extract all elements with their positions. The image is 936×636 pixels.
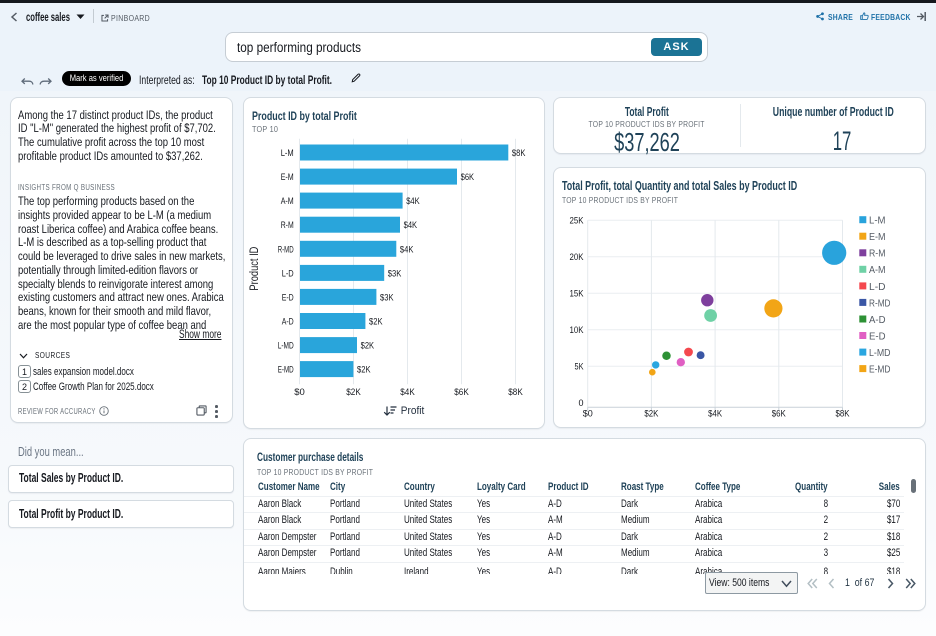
svg-text:A-M: A-M — [869, 265, 886, 276]
svg-text:$6K: $6K — [772, 409, 786, 419]
svg-text:R-MD: R-MD — [869, 298, 891, 309]
svg-text:$8K: $8K — [508, 387, 523, 398]
svg-text:R-M: R-M — [869, 249, 886, 260]
svg-text:A-M: A-M — [281, 196, 294, 207]
svg-text:$4K: $4K — [404, 220, 418, 231]
svg-text:20K: 20K — [570, 252, 584, 262]
svg-text:L-D: L-D — [282, 268, 294, 279]
svg-text:10K: 10K — [570, 325, 584, 335]
svg-text:$0: $0 — [583, 409, 593, 419]
svg-text:Profit: Profit — [401, 405, 425, 417]
svg-text:L-MD: L-MD — [278, 341, 294, 352]
svg-text:$2K: $2K — [644, 409, 658, 419]
svg-text:25K: 25K — [570, 216, 584, 226]
svg-text:L-MD: L-MD — [869, 348, 891, 359]
svg-text:5K: 5K — [575, 361, 584, 371]
svg-text:Product ID: Product ID — [249, 247, 261, 291]
svg-text:$8K: $8K — [836, 409, 850, 419]
svg-text:E-MD: E-MD — [869, 365, 891, 376]
svg-text:$2K: $2K — [361, 341, 375, 352]
svg-text:$2K: $2K — [346, 387, 361, 398]
svg-text:$2K: $2K — [357, 365, 371, 376]
svg-text:$6K: $6K — [454, 387, 469, 398]
svg-text:R-M: R-M — [281, 220, 294, 231]
svg-text:A-D: A-D — [869, 315, 886, 326]
svg-text:0: 0 — [578, 398, 583, 408]
svg-text:L-M: L-M — [869, 216, 886, 227]
svg-text:E-MD: E-MD — [278, 365, 294, 376]
svg-text:E-D: E-D — [282, 292, 294, 303]
svg-text:E-D: E-D — [869, 331, 886, 342]
svg-text:15K: 15K — [570, 289, 584, 299]
svg-text:L-D: L-D — [869, 282, 886, 293]
svg-text:$3K: $3K — [380, 292, 394, 303]
svg-text:R-MD: R-MD — [278, 244, 294, 255]
svg-text:A-D: A-D — [282, 317, 294, 328]
svg-text:$4K: $4K — [400, 387, 415, 398]
svg-text:L-M: L-M — [281, 148, 294, 159]
svg-text:$4K: $4K — [708, 409, 722, 419]
svg-text:$4K: $4K — [400, 244, 414, 255]
svg-text:$4K: $4K — [406, 196, 420, 207]
svg-text:E-M: E-M — [869, 232, 886, 243]
svg-text:$0: $0 — [294, 387, 305, 398]
svg-text:$8K: $8K — [512, 148, 526, 159]
svg-text:$6K: $6K — [461, 172, 475, 183]
svg-text:$2K: $2K — [369, 317, 383, 328]
svg-text:$3K: $3K — [388, 268, 402, 279]
svg-text:E-M: E-M — [281, 172, 294, 183]
